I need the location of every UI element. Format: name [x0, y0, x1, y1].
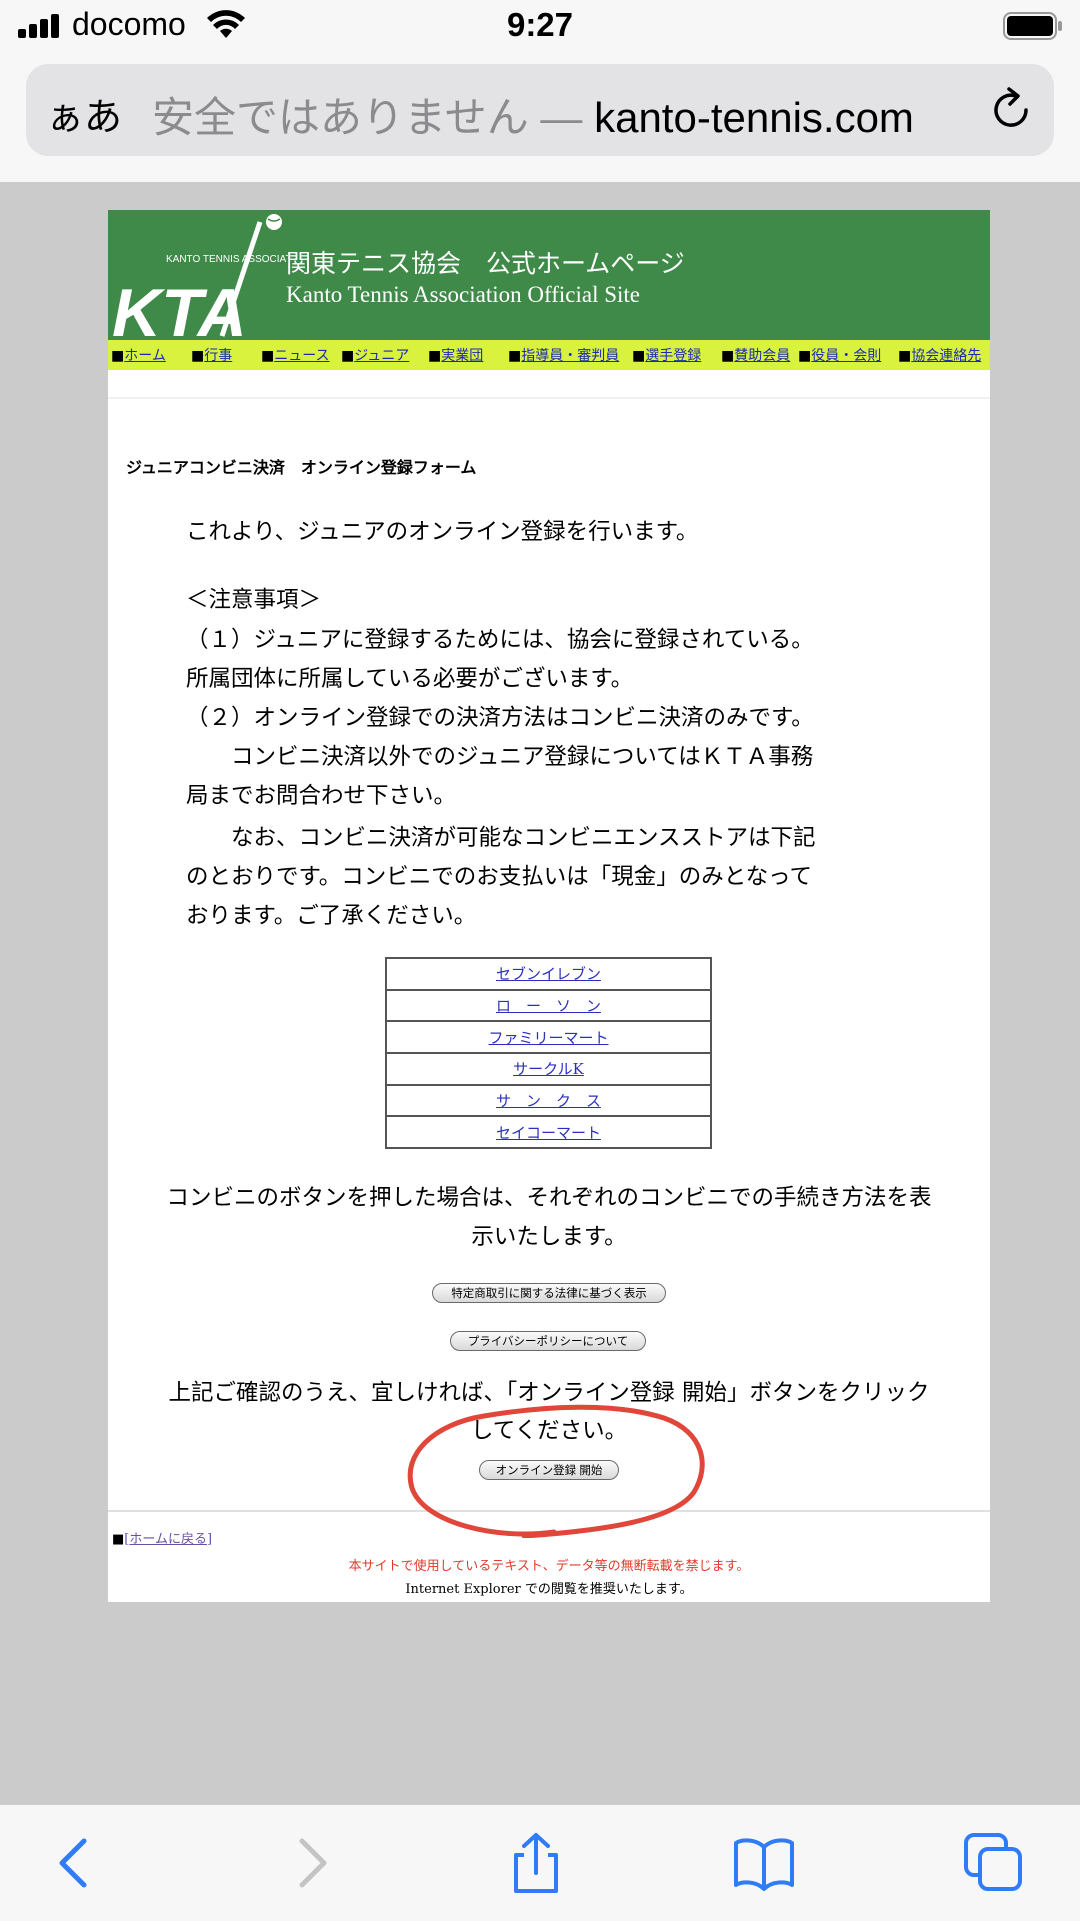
back-home-link[interactable]: ■[ホームに戻る] [112, 1528, 212, 1547]
form-title: ジュニアコンビニ決済 オンライン登録フォーム [126, 458, 477, 477]
note-line: おります。ご了承ください。 [186, 903, 477, 929]
store-link-familymart[interactable]: ファミリーマート [386, 1021, 711, 1053]
tabs-icon[interactable] [962, 1831, 1026, 1895]
nav-bar: ■ホーム ■行事 ■ニュース ■ジュニア ■実業団 ■指導員・審判員 ■選手登録… [108, 340, 990, 370]
nav-link-instructors[interactable]: 指導員・審判員 [521, 348, 619, 364]
tokutei-button[interactable]: 特定商取引に関する法律に基づく表示 [432, 1283, 666, 1303]
store-link-lawson[interactable]: ロ ー ソ ン [386, 989, 711, 1022]
note-line: コンビニ決済以外でのジュニア登録についてはＫＴＡ事務 [186, 744, 814, 770]
copyright-notice: 本サイトで使用しているテキスト、データ等の無断転載を禁じます。 [348, 1559, 750, 1574]
store-link-text[interactable]: セイコーマート [496, 1124, 601, 1142]
battery-icon [1003, 12, 1062, 40]
confirm-text: してください。 [470, 1418, 628, 1444]
store-link-circle-k[interactable]: サークルK [386, 1052, 711, 1085]
clock: 9:27 [506, 6, 574, 43]
nav-link-events[interactable]: 行事 [204, 348, 232, 364]
browser-recommendation: Internet Explorer での閲覧を推奨いたします。 [405, 1582, 693, 1597]
store-link-seicomart[interactable]: セイコーマート [386, 1116, 711, 1148]
logo-letters: KTA [112, 275, 247, 340]
share-icon[interactable] [504, 1831, 568, 1895]
browser-toolbar [0, 1804, 1080, 1921]
nav-item-instructors[interactable]: ■指導員・審判員 [508, 345, 619, 365]
nav-item-contact[interactable]: ■協会連絡先 [898, 345, 981, 365]
nav-link-home[interactable]: ホーム [124, 348, 166, 364]
notes-heading: ＜注意事項＞ [186, 587, 322, 613]
nav-item-officers[interactable]: ■役員・会則 [798, 345, 881, 365]
note-line: （２）オンライン登録での決済方法はコンビニ決済のみです。 [186, 705, 814, 731]
address-bar[interactable]: ぁあ 安全ではありません — kanto-tennis.com [26, 64, 1054, 156]
url-domain: kanto-tennis.com [594, 94, 914, 141]
nav-link-corporate[interactable]: 実業団 [441, 348, 483, 364]
note-line: なお、コンビニ決済が可能なコンビニエンスストアは下記 [186, 825, 816, 851]
reader-options-button[interactable]: ぁあ [46, 86, 122, 141]
back-home-text[interactable]: ホームに戻る [129, 1532, 207, 1547]
store-link-text[interactable]: サークルK [513, 1060, 584, 1078]
store-note: コンビニのボタンを押した場合は、それぞれのコンビニでの手続き方法を表 [166, 1185, 932, 1211]
kta-logo[interactable]: KANTO TENNIS ASSOCIATION KTA [110, 210, 288, 340]
divider [108, 397, 990, 399]
reload-icon[interactable] [988, 84, 1036, 136]
nav-item-news[interactable]: ■ニュース [261, 345, 330, 365]
store-link-text[interactable]: サ ン ク ス [496, 1092, 601, 1110]
store-link-seven-eleven[interactable]: セブンイレブン [386, 958, 711, 990]
note-line: 所属団体に所属している必要がございます。 [186, 666, 634, 692]
privacy-policy-button[interactable]: プライバシーポリシーについて [450, 1331, 646, 1351]
insecure-warning: 安全ではありません — [152, 94, 583, 141]
confirm-text: 上記ご確認のうえ、宜しければ、「オンライン登録 開始」ボタンをクリック [168, 1380, 930, 1406]
nav-item-events[interactable]: ■行事 [191, 345, 232, 365]
nav-item-player-registration[interactable]: ■選手登録 [632, 345, 701, 365]
site-title-english: Kanto Tennis Association Official Site [286, 282, 640, 307]
browser-chrome: docomo 9:27 ぁあ 安全ではありません — kanto-tennis.… [0, 0, 1080, 182]
bookmarks-icon[interactable] [732, 1831, 796, 1895]
site-header: KANTO TENNIS ASSOCIATION KTA 関東テニス協会 公式ホ… [108, 210, 990, 340]
nav-item-corporate[interactable]: ■実業団 [428, 345, 483, 365]
store-link-text[interactable]: ファミリーマート [488, 1029, 608, 1047]
nav-item-supporters[interactable]: ■賛助会員 [721, 345, 790, 365]
note-line: （１）ジュニアに登録するためには、協会に登録されている。 [186, 627, 814, 653]
store-link-text[interactable]: セブンイレブン [496, 965, 601, 983]
store-link-sunkus[interactable]: サ ン ク ス [386, 1084, 711, 1117]
web-page: KANTO TENNIS ASSOCIATION KTA 関東テニス協会 公式ホ… [108, 210, 990, 1602]
store-note: 示いたします。 [471, 1224, 627, 1250]
nav-link-junior[interactable]: ジュニア [354, 348, 409, 364]
note-line: 局までお問合わせ下さい。 [186, 783, 457, 809]
store-link-text[interactable]: ロ ー ソ ン [496, 997, 601, 1015]
nav-link-news[interactable]: ニュース [274, 348, 329, 364]
status-bar: docomo 9:27 [0, 0, 1080, 52]
url-text[interactable]: 安全ではありません — kanto-tennis.com [152, 84, 914, 145]
note-line: のとおりです。コンビニでのお支払いは「現金」のみとなって [186, 864, 812, 890]
intro-text: これより、ジュニアのオンライン登録を行います。 [186, 519, 699, 545]
back-icon[interactable] [44, 1831, 108, 1895]
nav-link-officers[interactable]: 役員・会則 [811, 348, 881, 364]
nav-link-supporters[interactable]: 賛助会員 [734, 348, 790, 364]
nav-item-home[interactable]: ■ホーム [111, 345, 166, 365]
nav-item-junior[interactable]: ■ジュニア [341, 345, 409, 365]
start-online-registration-button[interactable]: オンライン登録 開始 [479, 1460, 619, 1480]
site-title-japanese: 関東テニス協会 公式ホームページ [286, 249, 685, 278]
logo-text-kanto: KANTO TENNIS ASSOCIATION [166, 254, 288, 265]
nav-link-player-registration[interactable]: 選手登録 [645, 348, 701, 364]
divider [108, 1510, 990, 1512]
nav-link-contact[interactable]: 協会連絡先 [911, 348, 981, 364]
convenience-store-table: セブンイレブン ロ ー ソ ン ファミリーマート サークルK サ ン ク ス セ… [385, 957, 712, 1149]
forward-icon[interactable] [278, 1831, 342, 1895]
